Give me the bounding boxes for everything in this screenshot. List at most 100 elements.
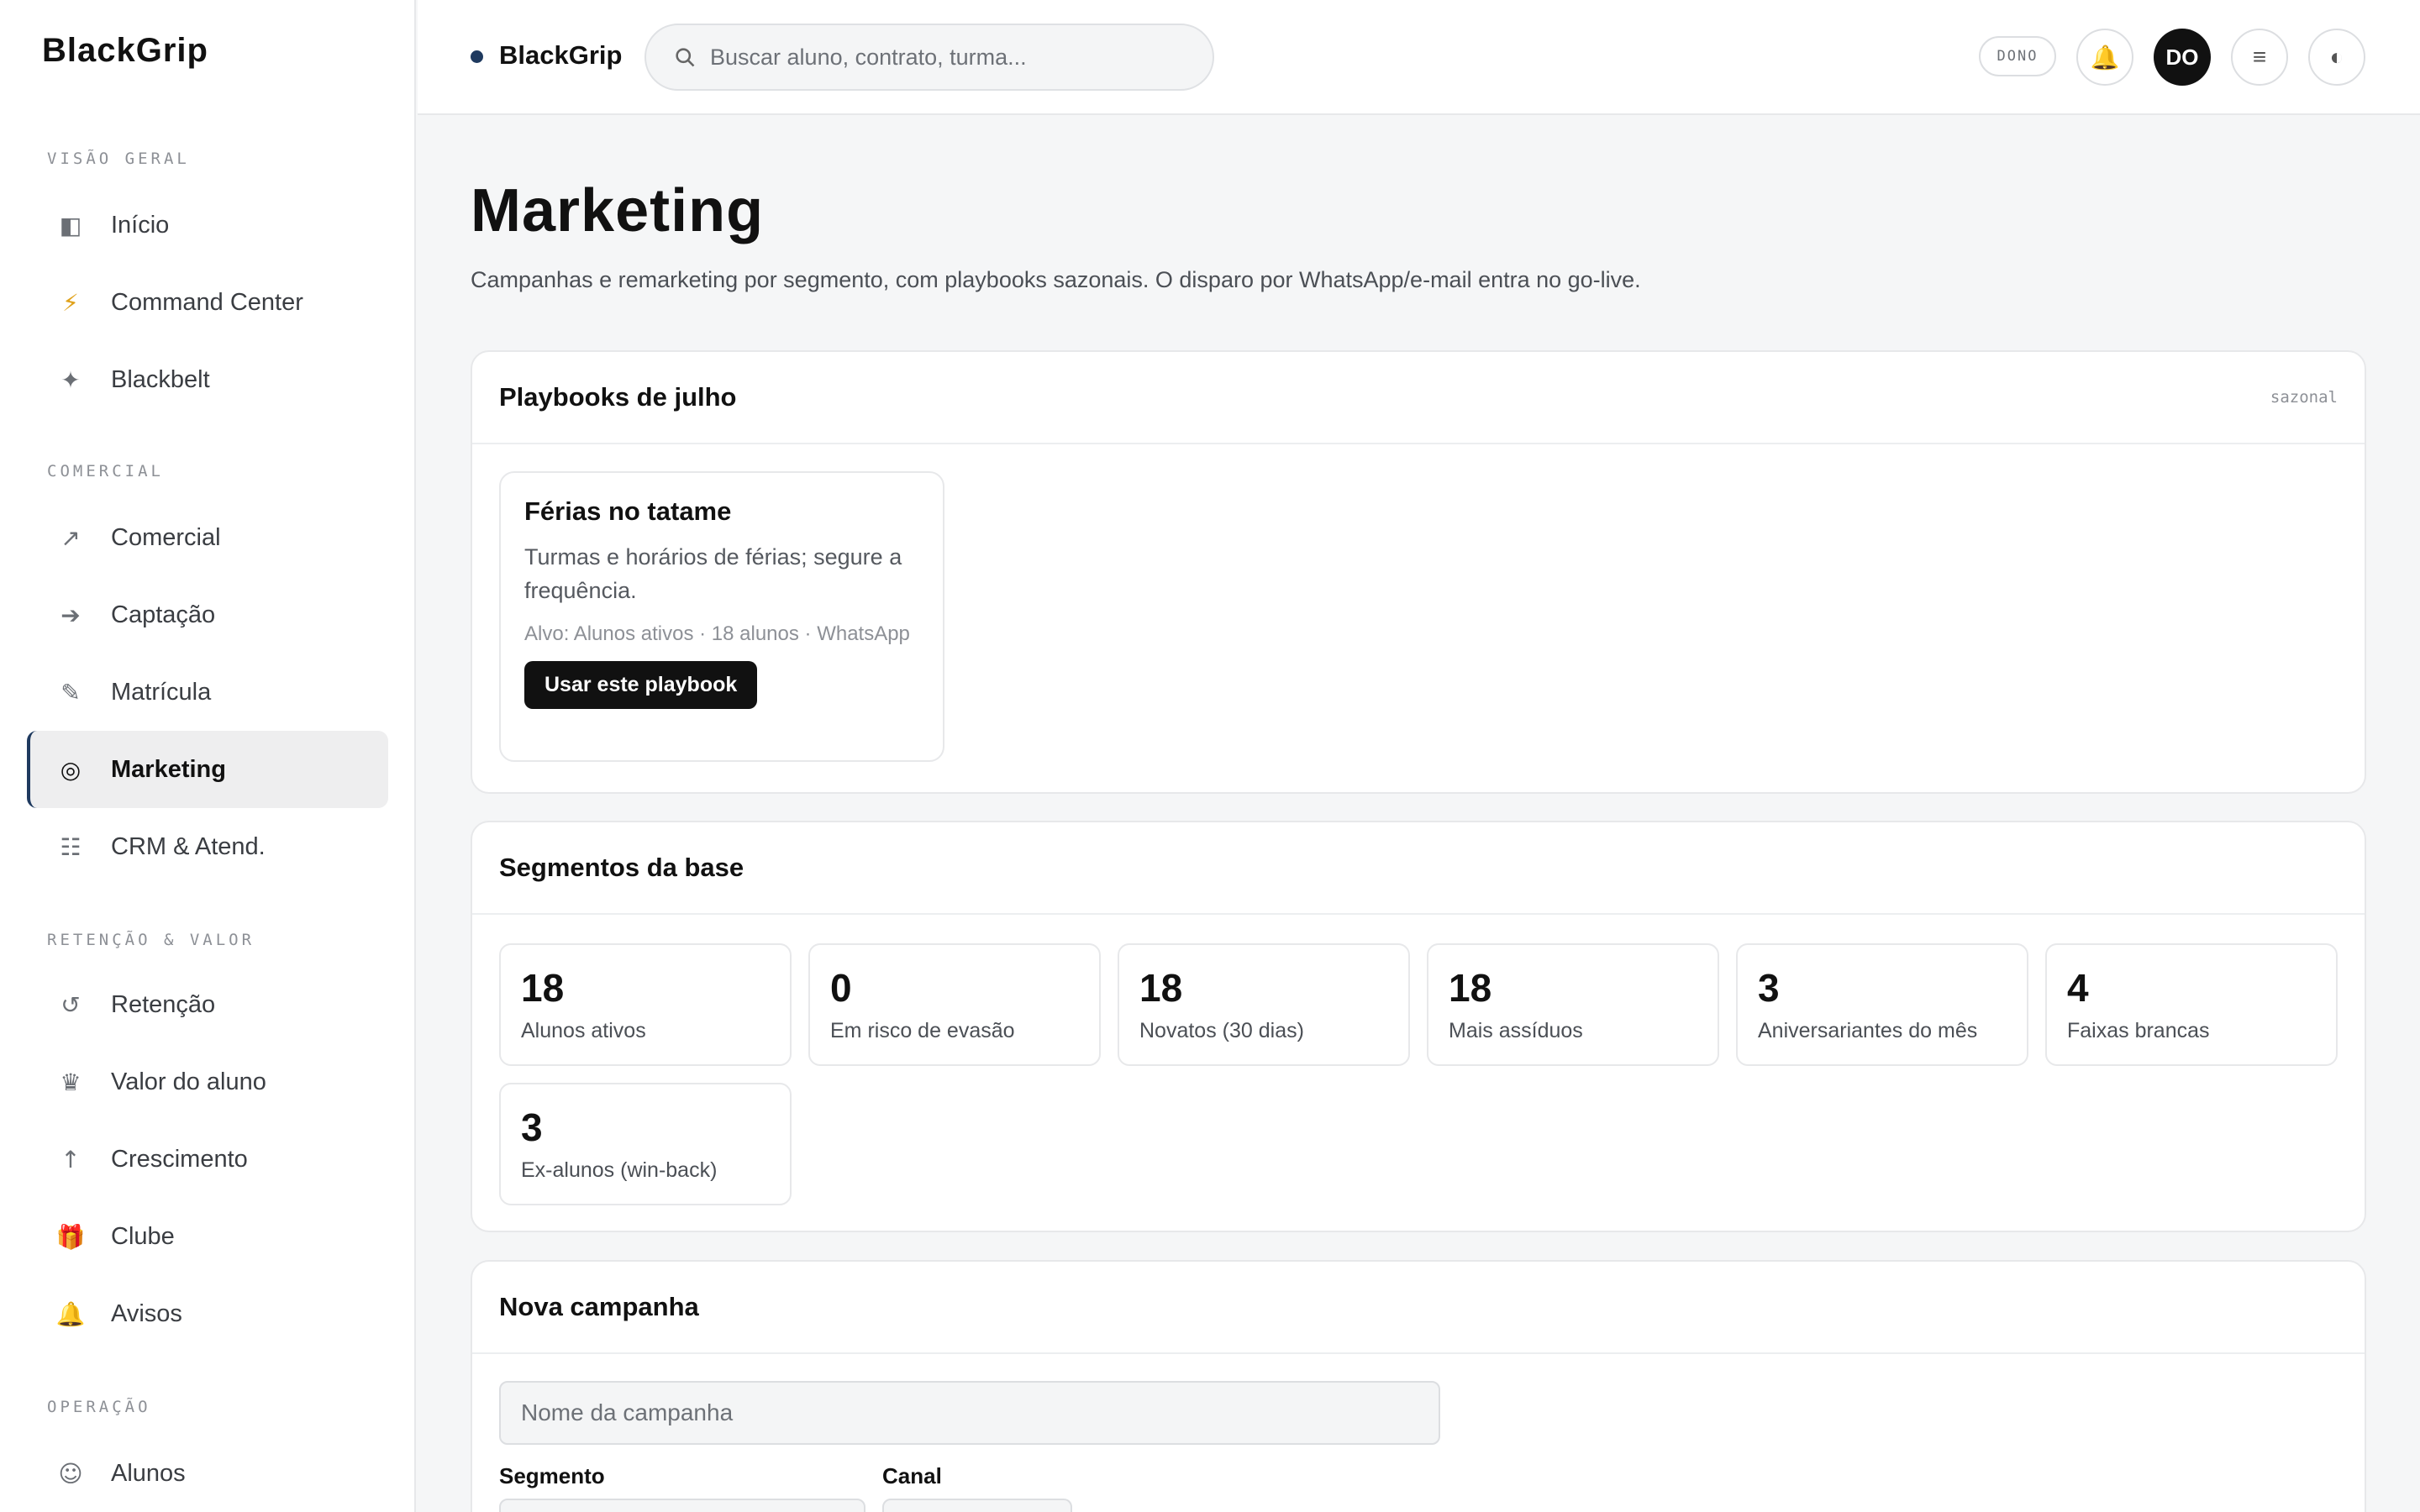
channel-label: Canal (882, 1463, 942, 1488)
new-campaign-card: Nova campanha Segmento Canal (471, 1260, 2366, 1512)
segment-select[interactable] (499, 1499, 865, 1512)
brand-name[interactable]: BlackGrip (499, 40, 622, 71)
sparkle-icon: ✦ (60, 365, 81, 394)
nav-section-overview: VISÃO GERAL (47, 150, 190, 168)
list-icon: ☷ (60, 832, 82, 861)
segment-stat[interactable]: 0 Em risco de evasão (808, 943, 1101, 1066)
search-icon (676, 48, 695, 67)
page-title: Marketing (471, 177, 765, 244)
notifications-button[interactable]: 🔔 (2076, 29, 2133, 86)
playbook-meta: Alvo: Alunos ativos · 18 alunos · WhatsA… (524, 622, 910, 645)
sidebar-item-label: Command Center (111, 288, 303, 316)
stat-value: 18 (521, 966, 565, 1010)
segment-stat[interactable]: 4 Faixas brancas (2045, 943, 2338, 1066)
sidebar-item-label: Crescimento (111, 1145, 248, 1173)
bell-icon: 🔔 (2090, 44, 2120, 71)
sidebar-item-label: Marketing (111, 755, 226, 783)
stat-value: 18 (1449, 966, 1492, 1010)
sidebar-item-marketing[interactable]: ◎ Marketing (27, 731, 388, 808)
sidebar-item-clube[interactable]: 🎁 Clube (27, 1198, 388, 1275)
stat-value: 18 (1139, 966, 1183, 1010)
sidebar-item-retencao[interactable]: ↺ Retenção (27, 966, 388, 1043)
stat-value: 3 (1758, 966, 1780, 1010)
sidebar-item-alunos[interactable]: ☺ Alunos (27, 1435, 388, 1512)
nav-section-retention: RETENÇÃO & VALOR (47, 931, 255, 949)
stat-label: Aniversariantes do mês (1758, 1019, 1978, 1042)
segment-stat[interactable]: 18 Mais assíduos (1427, 943, 1719, 1066)
card-header: Playbooks de julho sazonal (472, 352, 2365, 444)
sidebar-item-captacao[interactable]: ➔ Captação (27, 576, 388, 654)
playbook-description: Turmas e horários de férias; segure a fr… (524, 544, 902, 603)
sidebar-item-label: Alunos (111, 1459, 186, 1487)
sidebar-item-matricula[interactable]: ✎ Matrícula (27, 654, 388, 731)
segment-label: Segmento (499, 1463, 605, 1488)
stat-label: Faixas brancas (2067, 1019, 2210, 1042)
sidebar-item-label: Início (111, 211, 170, 239)
segment-stat[interactable]: 18 Novatos (30 dias) (1118, 943, 1410, 1066)
sidebar-item-label: Matrícula (111, 678, 212, 706)
nav-section-commercial: COMERCIAL (47, 462, 164, 480)
role-badge: DONO (1979, 36, 2056, 76)
playbooks-card: Playbooks de julho sazonal Férias no tat… (471, 350, 2366, 794)
lightning-icon: ⚡ (62, 288, 79, 317)
stat-value: 4 (2067, 966, 2089, 1010)
search-bar[interactable] (644, 24, 1214, 91)
sidebar-item-label: CRM & Atend. (111, 832, 266, 860)
stat-value: 3 (521, 1105, 543, 1149)
segment-stat[interactable]: 3 Aniversariantes do mês (1736, 943, 2028, 1066)
card-title: Playbooks de julho (499, 382, 737, 412)
sidebar-item-inicio[interactable]: ◧ Início (27, 186, 388, 264)
sidebar-item-crm[interactable]: ☷ CRM & Atend. (27, 808, 388, 885)
page-subtitle: Campanhas e remarketing por segmento, co… (471, 267, 1641, 292)
bell-icon: 🔔 (55, 1299, 86, 1328)
avatar[interactable]: DO (2154, 29, 2211, 86)
sidebar-item-valor-do-aluno[interactable]: ♛ Valor do aluno (27, 1043, 388, 1121)
stat-label: Em risco de evasão (830, 1019, 1015, 1042)
segment-stat[interactable]: 3 Ex-alunos (win-back) (499, 1083, 792, 1205)
theme-toggle-button[interactable]: ◐ (2308, 29, 2365, 86)
sidebar-item-comercial[interactable]: ↗ Comercial (27, 499, 388, 576)
arrow-right-icon: ➔ (60, 601, 81, 629)
sidebar-item-label: Avisos (111, 1299, 182, 1327)
stat-label: Ex-alunos (win-back) (521, 1158, 718, 1182)
topbar: BlackGrip DONO 🔔 DO ≡ ◐ (418, 0, 2420, 115)
arrow-up-icon: ↑ (60, 1145, 81, 1173)
sidebar-item-avisos[interactable]: 🔔 Avisos (27, 1275, 388, 1352)
menu-button[interactable]: ≡ (2231, 29, 2288, 86)
sidebar: BlackGrip VISÃO GERAL ◧ Início ⚡ Command… (0, 0, 416, 1512)
sidebar-item-label: Blackbelt (111, 365, 210, 393)
stat-label: Alunos ativos (521, 1019, 646, 1042)
stat-value: 0 (830, 966, 852, 1010)
playbook-title: Férias no tatame (524, 496, 732, 526)
card-header: Segmentos da base (472, 822, 2365, 915)
pencil-icon: ✎ (60, 678, 81, 706)
use-playbook-button[interactable]: Usar este playbook (524, 661, 758, 709)
sidebar-item-label: Valor do aluno (111, 1068, 266, 1095)
segment-stat[interactable]: 18 Alunos ativos (499, 943, 792, 1066)
gift-icon: 🎁 (55, 1222, 86, 1251)
card-title: Segmentos da base (499, 853, 744, 882)
crown-icon: ♛ (60, 1068, 82, 1096)
sidebar-item-label: Clube (111, 1222, 175, 1250)
sidebar-item-command-center[interactable]: ⚡ Command Center (27, 264, 388, 341)
playbook-card: Férias no tatame Turmas e horários de fé… (499, 471, 944, 762)
sidebar-item-label: Captação (111, 601, 216, 628)
app-logo[interactable]: BlackGrip (42, 32, 208, 70)
sidebar-item-crescimento[interactable]: ↑ Crescimento (27, 1121, 388, 1198)
target-icon: ◎ (60, 755, 82, 784)
card-title: Nova campanha (499, 1292, 699, 1321)
card-header: Nova campanha (472, 1262, 2365, 1354)
smiley-icon: ☺ (58, 1459, 83, 1488)
home-icon: ◧ (59, 211, 82, 239)
campaign-name-input[interactable] (499, 1381, 1440, 1445)
sidebar-item-blackbelt[interactable]: ✦ Blackbelt (27, 341, 388, 418)
brand-dot (471, 50, 483, 63)
trend-icon: ↗ (60, 523, 81, 552)
sidebar-item-label: Retenção (111, 990, 216, 1018)
channel-select[interactable] (882, 1499, 1072, 1512)
search-input[interactable] (710, 44, 1181, 71)
seasonal-tag: sazonal (2270, 388, 2338, 407)
stat-label: Novatos (30 dias) (1139, 1019, 1304, 1042)
menu-icon: ≡ (2252, 44, 2267, 70)
segments-card: Segmentos da base 18 Alunos ativos 0 Em … (471, 821, 2366, 1232)
